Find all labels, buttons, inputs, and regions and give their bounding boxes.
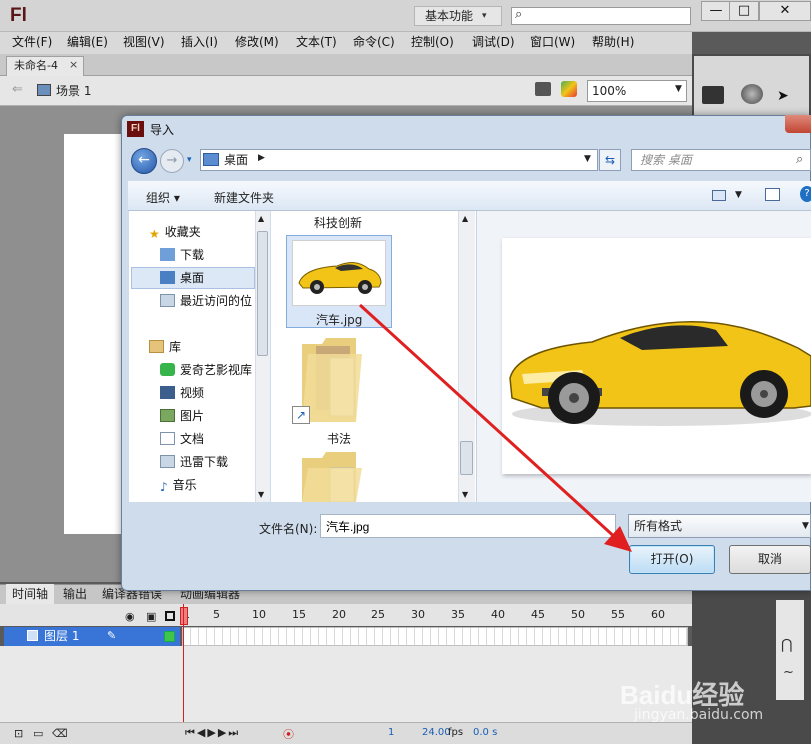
watermark-url: jingyan.baidu.com: [634, 707, 764, 723]
annotation-arrow: [358, 303, 632, 552]
